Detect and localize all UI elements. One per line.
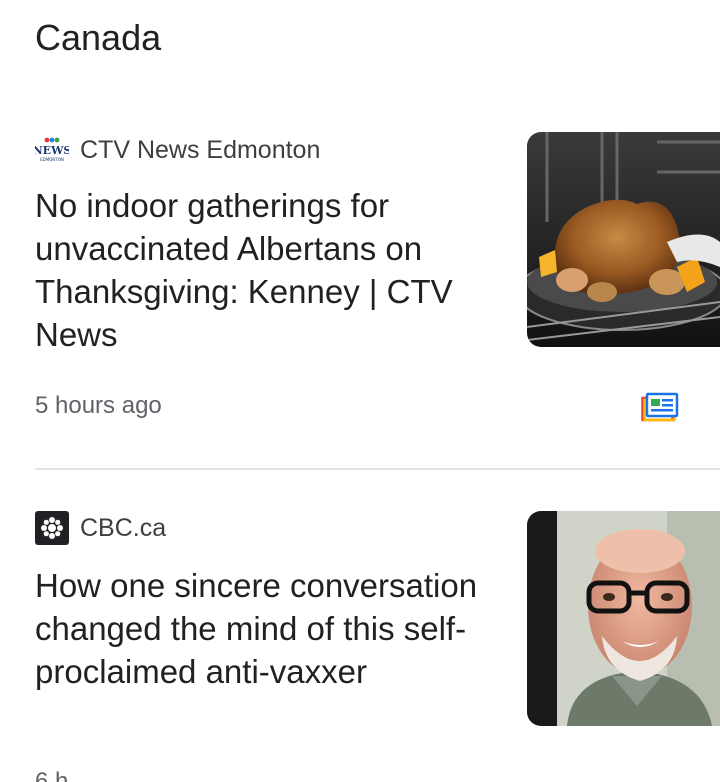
article-timestamp: 5 hours ago (35, 392, 162, 419)
svg-text:NEWS: NEWS (35, 144, 69, 157)
feed-divider (35, 468, 720, 470)
cbc-gem-logo (35, 511, 69, 545)
article-headline[interactable]: How one sincere conversation changed the… (35, 564, 505, 693)
source-name: CTV News Edmonton (80, 135, 321, 164)
article-headline[interactable]: No indoor gatherings for unvaccinated Al… (35, 184, 505, 356)
smiling-man-portrait-image[interactable] (527, 511, 720, 726)
ctv-news-edmonton-logo: NEWS EDMONTON (35, 137, 69, 162)
article-source: CBC.ca (35, 511, 167, 545)
source-name: CBC.ca (80, 513, 167, 542)
full-coverage-icon[interactable] (641, 392, 679, 422)
news-feed: Canada NEWS EDMONTON CTV News Edmonton N… (0, 0, 720, 782)
article-source: NEWS EDMONTON CTV News Edmonton (35, 134, 320, 166)
svg-text:EDMONTON: EDMONTON (40, 157, 64, 162)
section-title[interactable]: Canada (35, 15, 161, 61)
article-card[interactable]: NEWS EDMONTON CTV News Edmonton No indoo… (0, 130, 720, 430)
roast-turkey-in-oven-image[interactable] (527, 132, 720, 347)
article-timestamp: 6 h (35, 770, 68, 782)
article-card[interactable]: CBC.ca How one sincere conversation chan… (0, 508, 720, 782)
